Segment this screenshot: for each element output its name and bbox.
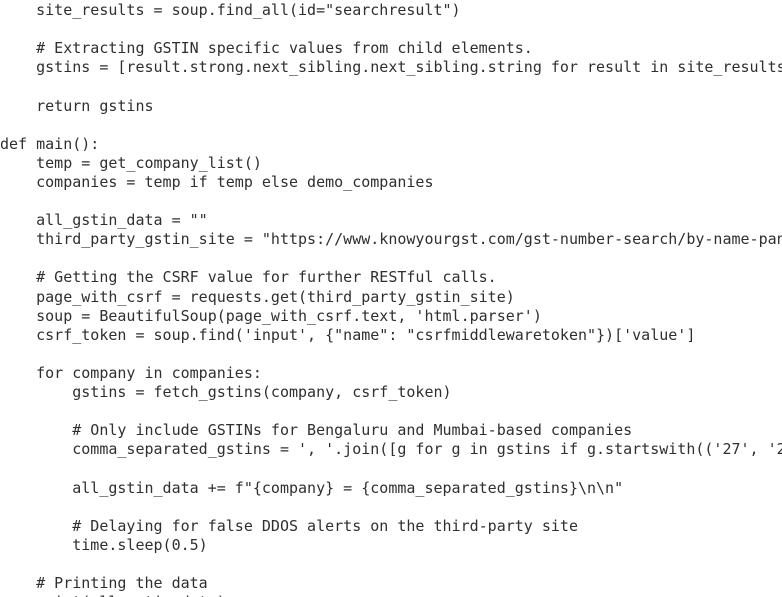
code-line: time.sleep(0.5) [0, 535, 208, 554]
code-line: # Delaying for false DDOS alerts on the … [0, 516, 578, 535]
code-line: gstins = fetch_gstins(company, csrf_toke… [0, 383, 452, 401]
code-line: all_gstin_data += f"{company} = {comma_s… [0, 478, 624, 497]
code-line: return gstins [0, 96, 154, 115]
code-editor-view[interactable]: site_results = soup.find_all(id="searchr… [0, 0, 782, 597]
code-line: for company in companies: [0, 363, 262, 382]
code-line: csrf_token = soup.find('input', {"name":… [0, 325, 696, 344]
code-line: # Extracting GSTIN specific values from … [0, 39, 533, 58]
code-line: third_party_gstin_site = "https://www.kn… [0, 230, 782, 249]
code-line: soup = BeautifulSoup(page_with_csrf.text… [0, 306, 542, 325]
code-line: def main(): [0, 134, 100, 153]
code-line: all_gstin_data = "" [0, 211, 208, 230]
code-line: page_with_csrf = requests.get(third_part… [0, 287, 515, 306]
code-line: # Printing the data [0, 574, 208, 592]
code-line: comma_separated_gstins = ', '.join([g fo… [0, 440, 782, 459]
code-line: site_results = soup.find_all(id="searchr… [0, 1, 461, 19]
code-line: # Getting the CSRF value for further RES… [0, 268, 497, 287]
code-line: # Only include GSTINs for Bengaluru and … [0, 421, 633, 440]
code-line: gstins = [result.strong.next_sibling.nex… [0, 58, 782, 77]
code-line: temp = get_company_list() [0, 153, 262, 172]
code-line: print(all_gstin_data) [0, 593, 226, 597]
code-line: companies = temp if temp else demo_compa… [0, 172, 434, 191]
